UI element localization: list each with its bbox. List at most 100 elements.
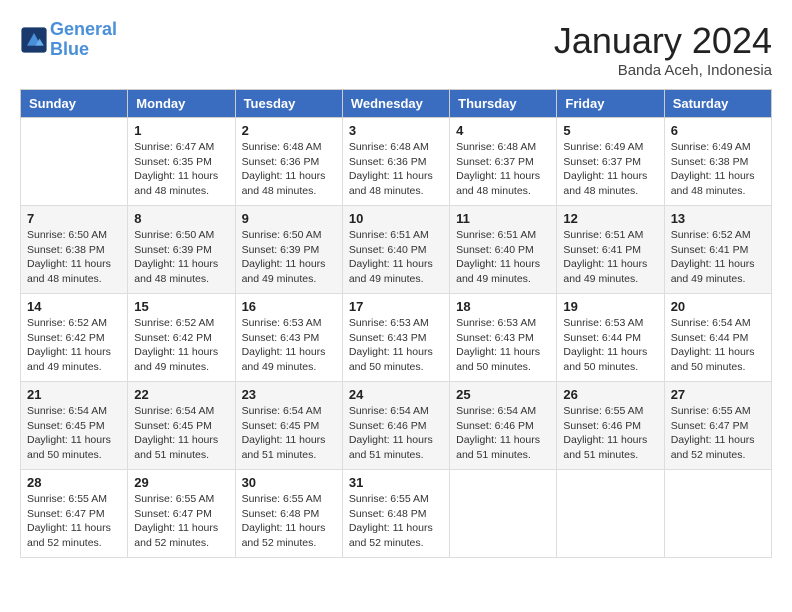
calendar-cell: 25 Sunrise: 6:54 AM Sunset: 6:46 PM Dayli… bbox=[450, 382, 557, 470]
day-number: 26 bbox=[563, 387, 657, 402]
day-info: Sunrise: 6:55 AM Sunset: 6:46 PM Dayligh… bbox=[563, 404, 657, 463]
day-number: 9 bbox=[242, 211, 336, 226]
calendar-cell bbox=[664, 470, 771, 558]
day-info: Sunrise: 6:54 AM Sunset: 6:45 PM Dayligh… bbox=[242, 404, 336, 463]
day-number: 12 bbox=[563, 211, 657, 226]
calendar-cell bbox=[450, 470, 557, 558]
day-number: 25 bbox=[456, 387, 550, 402]
day-number: 28 bbox=[27, 475, 121, 490]
day-number: 1 bbox=[134, 123, 228, 138]
day-number: 27 bbox=[671, 387, 765, 402]
day-info: Sunrise: 6:55 AM Sunset: 6:48 PM Dayligh… bbox=[242, 492, 336, 551]
calendar-body: 1Sunrise: 6:47 AM Sunset: 6:35 PM Daylig… bbox=[21, 118, 772, 558]
calendar-cell: 13Sunrise: 6:52 AM Sunset: 6:41 PM Dayli… bbox=[664, 206, 771, 294]
day-number: 15 bbox=[134, 299, 228, 314]
calendar-cell: 2Sunrise: 6:48 AM Sunset: 6:36 PM Daylig… bbox=[235, 118, 342, 206]
day-info: Sunrise: 6:55 AM Sunset: 6:48 PM Dayligh… bbox=[349, 492, 443, 551]
calendar-cell: 17 Sunrise: 6:53 AM Sunset: 6:43 PM Dayli… bbox=[342, 294, 449, 382]
day-number: 24 bbox=[349, 387, 443, 402]
calendar-cell: 8Sunrise: 6:50 AM Sunset: 6:39 PM Daylig… bbox=[128, 206, 235, 294]
calendar-cell: 15Sunrise: 6:52 AM Sunset: 6:42 PM Dayli… bbox=[128, 294, 235, 382]
day-number: 4 bbox=[456, 123, 550, 138]
calendar-week-4: 21 Sunrise: 6:54 AM Sunset: 6:45 PM Dayli… bbox=[21, 382, 772, 470]
calendar-cell: 28 Sunrise: 6:55 AM Sunset: 6:47 PM Dayli… bbox=[21, 470, 128, 558]
weekday-header-tuesday: Tuesday bbox=[235, 90, 342, 118]
day-info: Sunrise: 6:53 AM Sunset: 6:43 PM Dayligh… bbox=[242, 316, 336, 375]
day-number: 2 bbox=[242, 123, 336, 138]
day-number: 11 bbox=[456, 211, 550, 226]
day-info: Sunrise: 6:55 AM Sunset: 6:47 PM Dayligh… bbox=[27, 492, 121, 551]
calendar-cell: 20 Sunrise: 6:54 AM Sunset: 6:44 PM Dayli… bbox=[664, 294, 771, 382]
day-number: 3 bbox=[349, 123, 443, 138]
calendar-cell: 16Sunrise: 6:53 AM Sunset: 6:43 PM Dayli… bbox=[235, 294, 342, 382]
weekday-header-monday: Monday bbox=[128, 90, 235, 118]
day-info: Sunrise: 6:55 AM Sunset: 6:47 PM Dayligh… bbox=[671, 404, 765, 463]
day-number: 23 bbox=[242, 387, 336, 402]
day-number: 6 bbox=[671, 123, 765, 138]
location-subtitle: Banda Aceh, Indonesia bbox=[554, 62, 772, 79]
calendar-cell: 5Sunrise: 6:49 AM Sunset: 6:37 PM Daylig… bbox=[557, 118, 664, 206]
calendar-table: SundayMondayTuesdayWednesdayThursdayFrid… bbox=[20, 89, 772, 558]
month-title: January 2024 bbox=[554, 20, 772, 62]
day-info: Sunrise: 6:53 AM Sunset: 6:44 PM Dayligh… bbox=[563, 316, 657, 375]
day-number: 14 bbox=[27, 299, 121, 314]
calendar-cell bbox=[21, 118, 128, 206]
day-info: Sunrise: 6:53 AM Sunset: 6:43 PM Dayligh… bbox=[349, 316, 443, 375]
calendar-week-5: 28 Sunrise: 6:55 AM Sunset: 6:47 PM Dayli… bbox=[21, 470, 772, 558]
calendar-cell: 7 Sunrise: 6:50 AM Sunset: 6:38 PM Daylig… bbox=[21, 206, 128, 294]
day-info: Sunrise: 6:50 AM Sunset: 6:39 PM Dayligh… bbox=[242, 228, 336, 287]
logo-text: General Blue bbox=[50, 20, 117, 60]
day-info: Sunrise: 6:51 AM Sunset: 6:41 PM Dayligh… bbox=[563, 228, 657, 287]
day-info: Sunrise: 6:50 AM Sunset: 6:38 PM Dayligh… bbox=[27, 228, 121, 287]
day-info: Sunrise: 6:50 AM Sunset: 6:39 PM Dayligh… bbox=[134, 228, 228, 287]
calendar-cell: 6 Sunrise: 6:49 AM Sunset: 6:38 PM Daylig… bbox=[664, 118, 771, 206]
day-info: Sunrise: 6:53 AM Sunset: 6:43 PM Dayligh… bbox=[456, 316, 550, 375]
calendar-cell bbox=[557, 470, 664, 558]
day-number: 13 bbox=[671, 211, 765, 226]
calendar-cell: 4Sunrise: 6:48 AM Sunset: 6:37 PM Daylig… bbox=[450, 118, 557, 206]
day-number: 31 bbox=[349, 475, 443, 490]
calendar-cell: 30 Sunrise: 6:55 AM Sunset: 6:48 PM Dayli… bbox=[235, 470, 342, 558]
calendar-cell: 10 Sunrise: 6:51 AM Sunset: 6:40 PM Dayli… bbox=[342, 206, 449, 294]
day-info: Sunrise: 6:52 AM Sunset: 6:42 PM Dayligh… bbox=[27, 316, 121, 375]
day-info: Sunrise: 6:55 AM Sunset: 6:47 PM Dayligh… bbox=[134, 492, 228, 551]
calendar-cell: 12 Sunrise: 6:51 AM Sunset: 6:41 PM Dayli… bbox=[557, 206, 664, 294]
calendar-cell: 14 Sunrise: 6:52 AM Sunset: 6:42 PM Dayli… bbox=[21, 294, 128, 382]
day-info: Sunrise: 6:49 AM Sunset: 6:38 PM Dayligh… bbox=[671, 140, 765, 199]
weekday-header-saturday: Saturday bbox=[664, 90, 771, 118]
weekday-header-thursday: Thursday bbox=[450, 90, 557, 118]
calendar-cell: 9 Sunrise: 6:50 AM Sunset: 6:39 PM Daylig… bbox=[235, 206, 342, 294]
calendar-week-1: 1Sunrise: 6:47 AM Sunset: 6:35 PM Daylig… bbox=[21, 118, 772, 206]
calendar-cell: 19 Sunrise: 6:53 AM Sunset: 6:44 PM Dayli… bbox=[557, 294, 664, 382]
calendar-cell: 29 Sunrise: 6:55 AM Sunset: 6:47 PM Dayli… bbox=[128, 470, 235, 558]
calendar-header-row: SundayMondayTuesdayWednesdayThursdayFrid… bbox=[21, 90, 772, 118]
calendar-cell: 3 Sunrise: 6:48 AM Sunset: 6:36 PM Daylig… bbox=[342, 118, 449, 206]
day-number: 7 bbox=[27, 211, 121, 226]
day-number: 10 bbox=[349, 211, 443, 226]
day-number: 30 bbox=[242, 475, 336, 490]
day-number: 29 bbox=[134, 475, 228, 490]
day-number: 17 bbox=[349, 299, 443, 314]
page-header: General Blue January 2024 Banda Aceh, In… bbox=[20, 20, 772, 79]
day-info: Sunrise: 6:54 AM Sunset: 6:45 PM Dayligh… bbox=[134, 404, 228, 463]
calendar-cell: 1Sunrise: 6:47 AM Sunset: 6:35 PM Daylig… bbox=[128, 118, 235, 206]
logo-icon bbox=[20, 26, 48, 54]
day-info: Sunrise: 6:51 AM Sunset: 6:40 PM Dayligh… bbox=[456, 228, 550, 287]
logo: General Blue bbox=[20, 20, 117, 60]
calendar-cell: 31 Sunrise: 6:55 AM Sunset: 6:48 PM Dayli… bbox=[342, 470, 449, 558]
calendar-cell: 22 Sunrise: 6:54 AM Sunset: 6:45 PM Dayli… bbox=[128, 382, 235, 470]
day-info: Sunrise: 6:48 AM Sunset: 6:36 PM Dayligh… bbox=[349, 140, 443, 199]
day-number: 19 bbox=[563, 299, 657, 314]
day-info: Sunrise: 6:54 AM Sunset: 6:45 PM Dayligh… bbox=[27, 404, 121, 463]
day-info: Sunrise: 6:54 AM Sunset: 6:44 PM Dayligh… bbox=[671, 316, 765, 375]
calendar-cell: 24Sunrise: 6:54 AM Sunset: 6:46 PM Dayli… bbox=[342, 382, 449, 470]
day-number: 22 bbox=[134, 387, 228, 402]
day-info: Sunrise: 6:54 AM Sunset: 6:46 PM Dayligh… bbox=[456, 404, 550, 463]
day-number: 20 bbox=[671, 299, 765, 314]
calendar-cell: 26 Sunrise: 6:55 AM Sunset: 6:46 PM Dayli… bbox=[557, 382, 664, 470]
day-number: 21 bbox=[27, 387, 121, 402]
weekday-header-sunday: Sunday bbox=[21, 90, 128, 118]
calendar-week-3: 14 Sunrise: 6:52 AM Sunset: 6:42 PM Dayli… bbox=[21, 294, 772, 382]
calendar-cell: 21 Sunrise: 6:54 AM Sunset: 6:45 PM Dayli… bbox=[21, 382, 128, 470]
day-info: Sunrise: 6:51 AM Sunset: 6:40 PM Dayligh… bbox=[349, 228, 443, 287]
